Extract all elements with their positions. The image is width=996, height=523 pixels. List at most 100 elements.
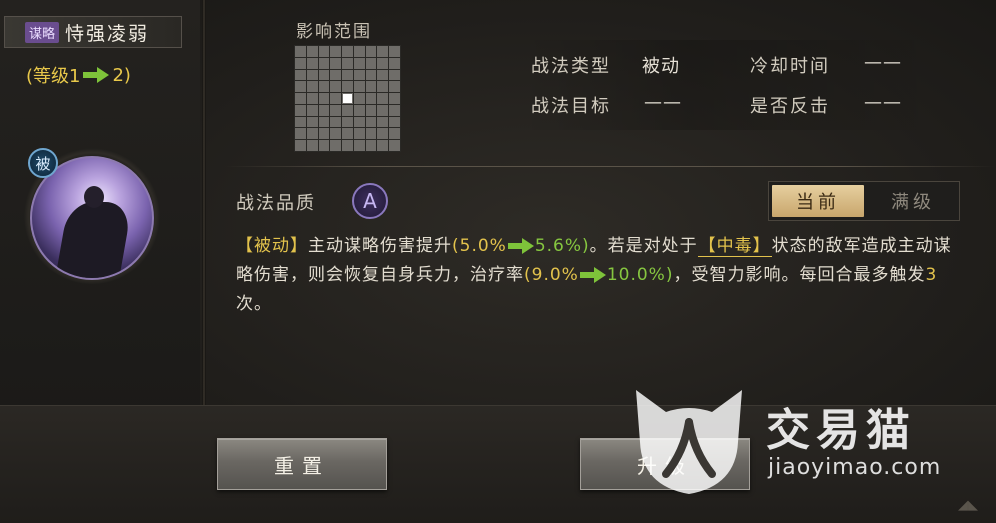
range-cell (306, 81, 318, 93)
range-cell (353, 140, 365, 151)
level-from: (等级1 (26, 66, 81, 87)
range-cell (295, 93, 306, 104)
reset-button[interactable]: 重置 (217, 438, 387, 490)
range-cell (365, 46, 377, 57)
level-to: 2) (112, 64, 131, 86)
range-cell (389, 81, 400, 93)
range-cell (377, 57, 389, 69)
desc-part-1: 主动谋略伤害提升 (308, 236, 452, 256)
range-cell (365, 104, 377, 116)
range-cell (330, 116, 342, 128)
range-cell (353, 128, 365, 140)
range-cell (365, 93, 377, 104)
range-cell (389, 116, 400, 128)
skill-type-label: 战法类型 (531, 56, 611, 77)
arrow-right-icon (579, 267, 606, 283)
desc-part-5: 次。 (236, 294, 272, 314)
range-cell (342, 128, 353, 140)
cooldown-label: 冷却时间 (750, 56, 830, 77)
range-cell (330, 140, 342, 151)
range-cell (365, 69, 377, 81)
range-cell (389, 69, 400, 81)
arrow-right-icon (83, 67, 110, 83)
counterattack-value: —— (864, 92, 902, 113)
range-cell (365, 140, 377, 151)
range-cell (377, 104, 389, 116)
range-cell (353, 46, 365, 57)
range-cell (295, 116, 306, 128)
skill-detail-screen: 谋略 恃强凌弱 (等级1 2) 被 影响范围 战法类型 被动 战法目标 —— 冷… (0, 0, 996, 523)
counterattack-label: 是否反击 (750, 96, 830, 117)
range-cell (365, 128, 377, 140)
range-cell (342, 57, 353, 69)
range-cell (306, 46, 318, 57)
range-cell (330, 69, 342, 81)
range-cell (318, 116, 330, 128)
range-cell (330, 93, 342, 104)
tab-current[interactable]: 当前 (772, 185, 864, 217)
range-cell (353, 57, 365, 69)
range-cell (377, 46, 389, 57)
passive-tag: 【被动】 (236, 236, 308, 256)
range-title: 影响范围 (296, 22, 372, 42)
warrior-silhouette (55, 202, 133, 278)
range-cell (377, 128, 389, 140)
range-cell (389, 140, 400, 151)
quality-label: 战法品质 (236, 193, 316, 214)
range-cell (353, 104, 365, 116)
range-cell (295, 46, 306, 57)
range-cell (318, 46, 330, 57)
range-cell (318, 93, 330, 104)
range-cell (318, 128, 330, 140)
range-cell (342, 140, 353, 151)
range-cell (295, 140, 306, 151)
range-cell (318, 104, 330, 116)
skill-type-value: 被动 (642, 56, 680, 77)
range-cell-center (342, 93, 353, 104)
tab-max-level[interactable]: 满级 (867, 182, 959, 220)
range-cell (389, 57, 400, 69)
range-cell (318, 140, 330, 151)
corner-ornament-icon: ◢◣ (958, 498, 978, 513)
range-cell (353, 81, 365, 93)
skill-name-tag: 谋略 恃强凌弱 (4, 16, 182, 48)
range-cell (389, 128, 400, 140)
range-cell (295, 69, 306, 81)
range-cell (353, 93, 365, 104)
range-cell (306, 116, 318, 128)
range-cell (306, 57, 318, 69)
range-cell (389, 93, 400, 104)
range-cell (377, 140, 389, 151)
skill-target-value: —— (644, 92, 682, 113)
range-cell (342, 46, 353, 57)
range-cell (306, 93, 318, 104)
skill-target-label: 战法目标 (531, 96, 611, 117)
range-cell (342, 116, 353, 128)
warrior-head (84, 186, 104, 208)
range-cell (389, 46, 400, 57)
quality-grade-icon: A (352, 183, 388, 219)
range-cell (377, 93, 389, 104)
range-cell (377, 116, 389, 128)
range-grid (294, 45, 401, 152)
range-cell (330, 46, 342, 57)
watermark-title: 交易猫 (766, 405, 916, 456)
skill-description: 【被动】主动谋略伤害提升(5.0% 5.6%)。若是对处于【中毒】状态的敌军造成主… (236, 232, 966, 319)
desc-part-4: ，受智力影响。每回合最多触发 (673, 265, 926, 285)
range-cell (377, 81, 389, 93)
range-cell (377, 69, 389, 81)
range-cell (389, 104, 400, 116)
range-cell (318, 57, 330, 69)
range-cell (306, 140, 318, 151)
skill-name: 恃强凌弱 (65, 22, 150, 45)
range-cell (330, 57, 342, 69)
range-cell (318, 69, 330, 81)
desc-part-2: 。若是对处于 (589, 236, 698, 256)
range-cell (306, 69, 318, 81)
poison-status-link[interactable]: 【中毒】 (697, 236, 772, 257)
range-cell (330, 81, 342, 93)
range-cell (365, 57, 377, 69)
range-cell (295, 128, 306, 140)
range-cell (365, 116, 377, 128)
range-cell (353, 69, 365, 81)
